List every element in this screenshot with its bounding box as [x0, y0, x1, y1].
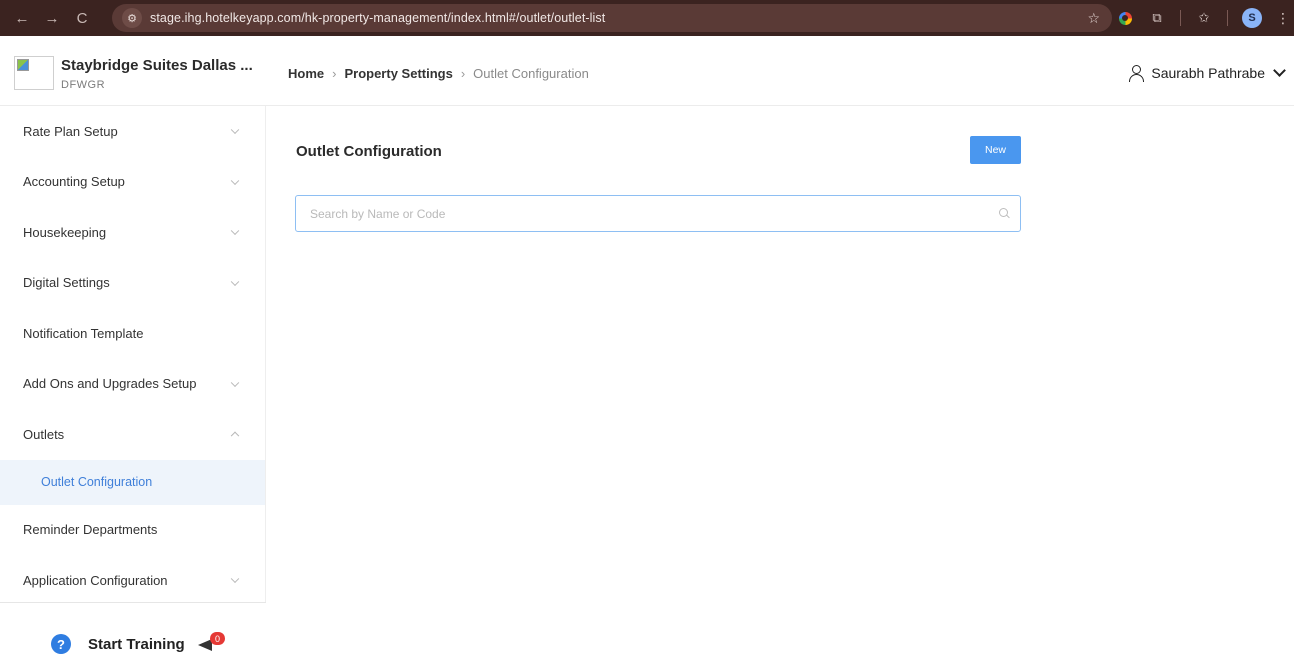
user-name[interactable]: Saurabh Pathrabe [1151, 65, 1265, 81]
hotel-name[interactable]: Staybridge Suites Dallas ... [61, 57, 253, 74]
sidebar-item-outlets[interactable]: Outlets [0, 409, 265, 460]
app-header: Staybridge Suites Dallas ... DFWGR Home … [0, 36, 1294, 106]
start-training-panel[interactable]: ? Start Training 0 [0, 602, 266, 654]
color-extension-icon[interactable] [1116, 9, 1134, 27]
sidebar-subitem-outlet-configuration[interactable]: Outlet Configuration [0, 459, 265, 505]
chevron-down-icon [230, 277, 240, 286]
chevron-down-icon[interactable] [1273, 64, 1286, 77]
chevron-down-icon [230, 574, 240, 584]
chevron-down-icon [230, 226, 240, 236]
browser-toolbar: ← → C ⚙ stage.ihg.hotelkeyapp.com/hk-pro… [0, 0, 1294, 36]
reload-icon[interactable]: C [70, 6, 94, 30]
user-icon [1127, 64, 1145, 82]
search-input[interactable] [296, 198, 976, 229]
sidebar-item-label: Housekeeping [23, 224, 107, 240]
sidebar-item-label: Reminder Departments [23, 522, 158, 538]
sidebar-item-label: Rate Plan Setup [23, 123, 118, 139]
megaphone-icon[interactable]: 0 [196, 632, 225, 652]
sidebar-item-reminder-departments[interactable]: Reminder Departments [0, 505, 265, 556]
sidebar-item-add-ons-upgrades[interactable]: Add Ons and Upgrades Setup [0, 359, 265, 410]
new-button[interactable]: New [970, 136, 1021, 164]
sidebar-item-label: Add Ons and Upgrades Setup [23, 376, 197, 392]
search-icon[interactable] [999, 208, 1010, 219]
notification-badge: 0 [210, 632, 225, 645]
help-icon[interactable]: ? [51, 634, 71, 654]
forward-icon[interactable]: → [40, 6, 64, 30]
sidebar-item-label: Notification Template [23, 325, 144, 341]
browser-menu-icon[interactable]: ⋮ [1276, 10, 1290, 27]
toolbar-divider [1180, 10, 1181, 26]
bookmark-star-icon[interactable]: ☆ [1087, 10, 1100, 27]
site-info-icon[interactable]: ⚙ [122, 8, 142, 28]
sidebar-item-label: Digital Settings [23, 275, 110, 291]
hotel-code: DFWGR [61, 79, 106, 91]
breadcrumb-separator-icon: › [332, 66, 337, 81]
breadcrumb-property-settings[interactable]: Property Settings [344, 66, 452, 81]
sidebar-item-application-configuration[interactable]: Application Configuration [0, 555, 265, 606]
url-text[interactable]: stage.ihg.hotelkeyapp.com/hk-property-ma… [150, 11, 605, 25]
start-training-label[interactable]: Start Training [88, 636, 185, 653]
breadcrumb-separator-icon: › [460, 66, 466, 81]
sidebar: Rate Plan Setup Accounting Setup Houseke… [0, 106, 266, 654]
chevron-down-icon [230, 378, 240, 387]
profile-avatar[interactable]: S [1242, 8, 1262, 28]
search-box[interactable] [295, 195, 1021, 232]
back-icon[interactable]: ← [10, 6, 34, 30]
sidebar-item-label: Accounting Setup [23, 174, 125, 190]
extensions-puzzle-icon[interactable]: ⧉ [1148, 9, 1166, 27]
sidebar-item-label: Outlets [23, 426, 65, 442]
browser-nav: ← → C [0, 6, 112, 30]
breadcrumb-current: Outlet Configuration [473, 66, 589, 81]
sidebar-item-notification-template[interactable]: Notification Template [0, 308, 265, 359]
sidebar-item-housekeeping[interactable]: Housekeeping [0, 207, 265, 258]
extensions-area: ⧉ ✩ S ⋮ [1116, 6, 1290, 30]
address-bar[interactable]: ⚙ stage.ihg.hotelkeyapp.com/hk-property-… [112, 4, 1112, 32]
breadcrumb: Home › Property Settings › Outlet Config… [288, 66, 589, 81]
hotel-logo-image [14, 56, 54, 90]
sidebar-item-digital-settings[interactable]: Digital Settings [0, 258, 265, 309]
breadcrumb-home[interactable]: Home [288, 66, 324, 81]
chevron-up-icon [230, 431, 240, 441]
sidebar-item-rate-plan-setup[interactable]: Rate Plan Setup [0, 106, 265, 157]
sidebar-item-accounting-setup[interactable]: Accounting Setup [0, 157, 265, 208]
chevron-down-icon [230, 176, 240, 185]
user-menu[interactable]: Saurabh Pathrabe [1127, 64, 1286, 82]
sidebar-item-label: Application Configuration [23, 572, 168, 588]
bookmarks-icon[interactable]: ✩ [1195, 9, 1213, 27]
toolbar-divider [1227, 10, 1228, 26]
page-title: Outlet Configuration [296, 143, 442, 160]
chevron-down-icon [230, 125, 240, 135]
